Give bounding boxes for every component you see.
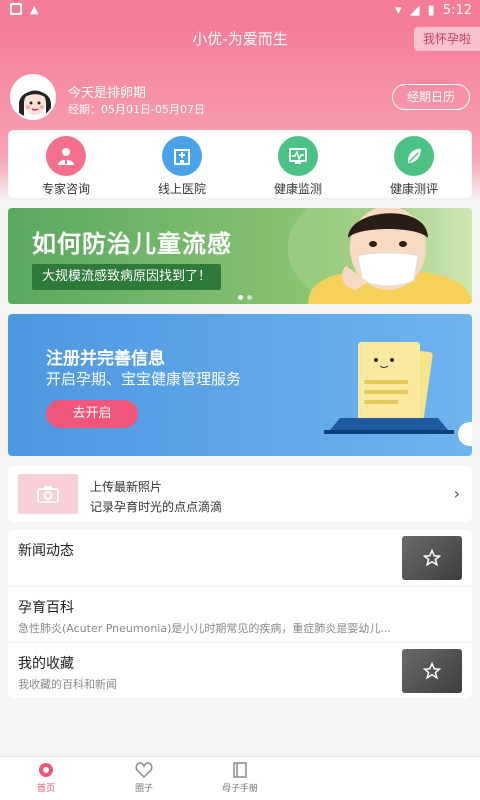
warning-icon: ▲ bbox=[30, 3, 39, 16]
wifi-icon: ▾ bbox=[395, 3, 402, 18]
flu-banner[interactable]: 如何防治儿童流感 大规模流感致病原因找到了！ bbox=[8, 208, 472, 304]
flower-icon bbox=[39, 763, 53, 777]
leaf-icon bbox=[394, 136, 434, 176]
list-item-title: 我的收藏 bbox=[18, 656, 74, 672]
quick-action-health-monitor[interactable]: 健康监测 bbox=[240, 130, 356, 198]
quick-action-label: 线上医院 bbox=[157, 182, 206, 196]
doctor-icon bbox=[46, 136, 86, 176]
banner-title: 注册并完善信息 bbox=[46, 349, 165, 369]
banner-subtitle: 开启孕期、宝宝健康管理服务 bbox=[46, 370, 242, 388]
battery-icon: ▮ bbox=[427, 3, 435, 18]
tab-label: 母子手册 bbox=[221, 784, 258, 794]
monitor-icon bbox=[278, 136, 318, 176]
quick-actions: 专家咨询 线上医院 健康监测 健康测评 bbox=[8, 130, 472, 198]
notification-icon bbox=[10, 3, 22, 15]
list-item-subtitle: 我收藏的百科和新闻 bbox=[18, 678, 117, 691]
upload-photo-row[interactable]: 上传最新照片 记录孕育时光的点点滴滴 › bbox=[8, 466, 472, 522]
quick-action-label: 健康测评 bbox=[389, 182, 438, 196]
quick-action-online-hospital[interactable]: 线上医院 bbox=[124, 130, 240, 198]
pregnant-button[interactable]: 我怀孕啦 bbox=[414, 27, 480, 51]
signal-icon: ◢ bbox=[409, 3, 420, 18]
register-banner[interactable]: 注册并完善信息 开启孕期、宝宝健康管理服务 去开启 bbox=[8, 314, 472, 456]
carousel-dot[interactable] bbox=[247, 295, 252, 300]
quick-action-label: 健康监测 bbox=[273, 182, 322, 196]
list-item-title: 新闻动态 bbox=[18, 543, 74, 559]
hospital-icon bbox=[162, 136, 202, 176]
star-icon bbox=[402, 536, 462, 580]
list-item-subtitle: 急性肺炎(Acuter Pneumonia)是小儿时期常见的疾病，重症肺炎是婴幼… bbox=[18, 622, 391, 635]
content-list: 新闻动态 孕育百科 急性肺炎(Acuter Pneumonia)是小儿时期常见的… bbox=[8, 530, 472, 698]
list-item-news[interactable]: 新闻动态 bbox=[8, 530, 472, 586]
tab-handbook[interactable]: 母子手册 bbox=[200, 761, 280, 794]
app-title: 小优-为爱而生 bbox=[192, 30, 288, 48]
chevron-right-icon: › bbox=[453, 484, 460, 503]
list-item-title: 孕育百科 bbox=[18, 600, 74, 616]
camera-icon bbox=[18, 474, 78, 514]
tab-label: 圈子 bbox=[134, 784, 153, 794]
avatar[interactable] bbox=[10, 74, 56, 120]
banner-subtitle: 大规模流感致病原因找到了！ bbox=[32, 264, 222, 290]
status-bar: ▲ ▾ ◢ ▮ 5:12 bbox=[0, 0, 480, 22]
start-button[interactable]: 去开启 bbox=[46, 400, 138, 428]
star-icon bbox=[402, 649, 462, 693]
carousel-dots bbox=[238, 295, 252, 300]
book-icon bbox=[233, 762, 247, 778]
banner-title: 如何防治儿童流感 bbox=[32, 230, 232, 258]
tab-circle[interactable]: 圈子 bbox=[104, 761, 184, 794]
upload-title: 上传最新照片 bbox=[90, 480, 163, 494]
period-status: 今天是排卵期 bbox=[68, 86, 147, 101]
quick-action-expert-consult[interactable]: 专家咨询 bbox=[8, 130, 124, 198]
upload-subtitle: 记录孕育时光的点点滴滴 bbox=[90, 500, 223, 514]
list-item-favorites[interactable]: 我的收藏 我收藏的百科和新闻 bbox=[8, 642, 472, 698]
tab-label: 首页 bbox=[36, 784, 55, 794]
tab-home[interactable]: 首页 bbox=[6, 761, 86, 794]
list-item-encyclopedia[interactable]: 孕育百科 急性肺炎(Acuter Pneumonia)是小儿时期常见的疾病，重症… bbox=[8, 586, 472, 642]
period-calendar-button[interactable]: 经期日历 bbox=[392, 84, 470, 110]
heart-icon bbox=[135, 762, 153, 779]
carousel-dot[interactable] bbox=[238, 295, 243, 300]
quick-action-label: 专家咨询 bbox=[41, 182, 90, 196]
quick-action-health-assessment[interactable]: 健康测评 bbox=[356, 130, 472, 198]
period-range: 经期：05月01日-05月07日 bbox=[68, 103, 205, 116]
bottom-tab-bar: 首页 圈子 母子手册 bbox=[0, 756, 480, 800]
clock-time: 5:12 bbox=[442, 3, 472, 18]
